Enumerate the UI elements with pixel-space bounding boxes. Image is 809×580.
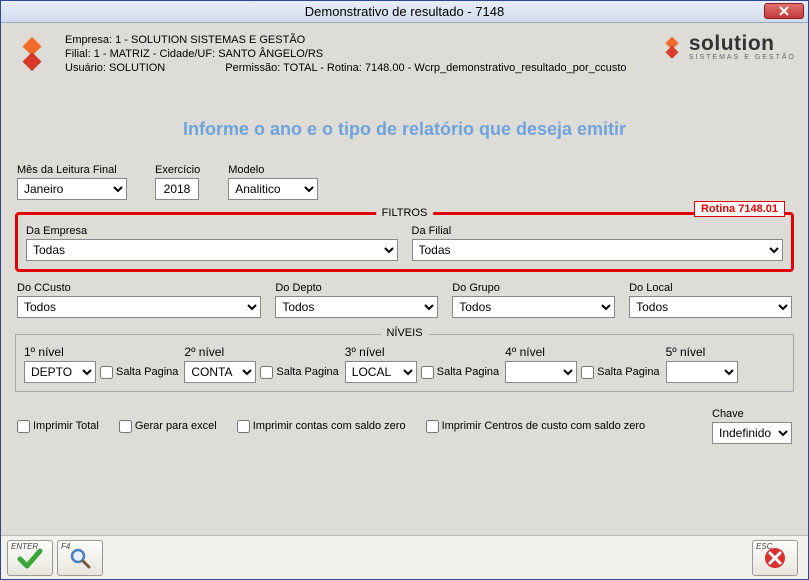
n4-label: 4º nível [505, 345, 659, 359]
n3-salta[interactable]: Salta Pagina [421, 366, 499, 379]
n4-select[interactable] [505, 361, 577, 383]
chave-label: Chave [712, 408, 792, 420]
solution-logo-icon [13, 35, 51, 73]
ccusto-select[interactable]: Todos [17, 296, 261, 318]
logo-right: solution SISTEMAS E GESTÃO [659, 31, 796, 61]
local-field: Do Local Todos [629, 282, 792, 318]
exercicio-input[interactable] [155, 178, 199, 200]
filial-select[interactable]: Todas [412, 239, 784, 261]
close-button[interactable] [764, 3, 804, 19]
gerar-excel[interactable]: Gerar para excel [119, 420, 217, 433]
imprimir-total[interactable]: Imprimir Total [17, 420, 99, 433]
chave-select[interactable]: Indefinido [712, 422, 792, 444]
options-row: Imprimir Total Gerar para excel Imprimir… [9, 398, 800, 454]
cc-zero[interactable]: Imprimir Centros de custo com saldo zero [426, 420, 646, 433]
esc-shortcut: ESC [756, 542, 772, 551]
routine-badge: Rotina 7148.01 [694, 201, 785, 217]
header-permissao: Permissão: TOTAL - Rotina: 7148.00 - Wcr… [225, 61, 626, 75]
n3-select[interactable]: LOCAL [345, 361, 417, 383]
n1-salta-checkbox[interactable] [100, 366, 113, 379]
empresa-select[interactable]: Todas [26, 239, 398, 261]
n3-salta-checkbox[interactable] [421, 366, 434, 379]
bottom-bar: ENTER F4 ESC [1, 535, 808, 579]
enter-button[interactable]: ENTER [7, 540, 53, 576]
n2-salta-checkbox[interactable] [260, 366, 273, 379]
filial-field: Da Filial Todas [412, 225, 784, 261]
header-empresa: Empresa: 1 - SOLUTION SISTEMAS E GESTÃO [65, 33, 659, 47]
gerar-excel-checkbox[interactable] [119, 420, 132, 433]
instruction-text: Informe o ano e o tipo de relatório que … [9, 119, 800, 140]
f4-button[interactable]: F4 [57, 540, 103, 576]
header-info: Empresa: 1 - SOLUTION SISTEMAS E GESTÃO … [51, 31, 659, 75]
window-title: Demonstrativo de resultado - 7148 [305, 4, 504, 19]
n5-select[interactable] [666, 361, 738, 383]
chave-field: Chave Indefinido [712, 408, 792, 444]
depto-select[interactable]: Todos [275, 296, 438, 318]
mes-select[interactable]: Janeiro [17, 178, 127, 200]
magnifier-icon [68, 546, 92, 570]
n4-salta[interactable]: Salta Pagina [581, 366, 659, 379]
depto-label: Do Depto [275, 282, 438, 294]
brand-logo-icon [659, 34, 685, 60]
close-icon [778, 6, 790, 16]
grupo-field: Do Grupo Todos [452, 282, 615, 318]
niveis-group: NÍVEIS 1º nível DEPTO Salta Pagina 2º ní… [15, 334, 794, 392]
n5-label: 5º nível [666, 345, 738, 359]
ccusto-field: Do CCusto Todos [17, 282, 261, 318]
contas-zero-checkbox[interactable] [237, 420, 250, 433]
title-bar: Demonstrativo de resultado - 7148 [1, 1, 808, 23]
brand-sub: SISTEMAS E GESTÃO [689, 54, 796, 61]
local-select[interactable]: Todos [629, 296, 792, 318]
top-fields-row: Mês da Leitura Final Janeiro Exercício M… [9, 164, 800, 200]
exercicio-label: Exercício [155, 164, 200, 176]
n1-select[interactable]: DEPTO [24, 361, 96, 383]
enter-shortcut: ENTER [11, 542, 38, 551]
modelo-label: Modelo [228, 164, 318, 176]
n4-salta-checkbox[interactable] [581, 366, 594, 379]
header-usuario: Usuário: SOLUTION [65, 61, 165, 75]
n2-select[interactable]: CONTA [184, 361, 256, 383]
header-block: Empresa: 1 - SOLUTION SISTEMAS E GESTÃO … [9, 29, 800, 79]
header-filial: Filial: 1 - MATRIZ - Cidade/UF: SANTO ÂN… [65, 47, 659, 61]
mes-field: Mês da Leitura Final Janeiro [17, 164, 127, 200]
filtros-group: FILTROS Rotina 7148.01 Da Empresa Todas … [15, 212, 794, 272]
cc-zero-checkbox[interactable] [426, 420, 439, 433]
n1-salta[interactable]: Salta Pagina [100, 366, 178, 379]
empresa-label: Da Empresa [26, 225, 398, 237]
local-label: Do Local [629, 282, 792, 294]
n3-label: 3º nível [345, 345, 499, 359]
logo-left [13, 31, 51, 73]
grupo-select[interactable]: Todos [452, 296, 615, 318]
imprimir-total-checkbox[interactable] [17, 420, 30, 433]
modelo-select[interactable]: Analitico [228, 178, 318, 200]
filtros-legend: FILTROS [376, 207, 434, 219]
filial-label: Da Filial [412, 225, 784, 237]
niveis-legend: NÍVEIS [380, 327, 428, 339]
n2-salta[interactable]: Salta Pagina [260, 366, 338, 379]
content-area: Empresa: 1 - SOLUTION SISTEMAS E GESTÃO … [1, 23, 808, 579]
esc-button[interactable]: ESC [752, 540, 798, 576]
mes-label: Mês da Leitura Final [17, 164, 127, 176]
ccusto-label: Do CCusto [17, 282, 261, 294]
n1-label: 1º nível [24, 345, 178, 359]
grupo-label: Do Grupo [452, 282, 615, 294]
f4-shortcut: F4 [61, 542, 70, 551]
contas-zero[interactable]: Imprimir contas com saldo zero [237, 420, 406, 433]
second-filters: Do CCusto Todos Do Depto Todos Do Grupo … [9, 278, 800, 318]
empresa-field: Da Empresa Todas [26, 225, 398, 261]
brand-name: solution [689, 33, 775, 54]
exercicio-field: Exercício [155, 164, 200, 200]
n2-label: 2º nível [184, 345, 338, 359]
depto-field: Do Depto Todos [275, 282, 438, 318]
modelo-field: Modelo Analitico [228, 164, 318, 200]
